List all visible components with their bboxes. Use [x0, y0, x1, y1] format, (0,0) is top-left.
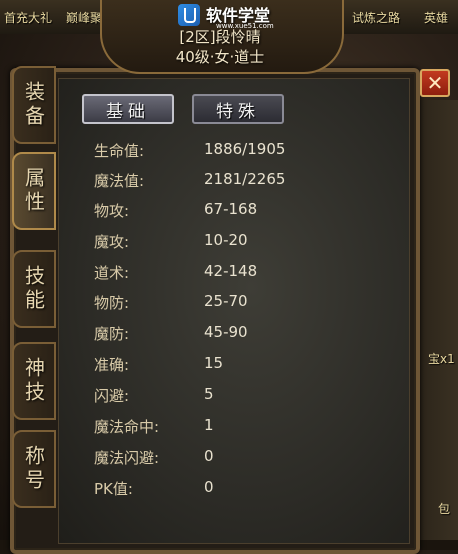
stat-row-taoism: 道术: 42-148: [94, 262, 314, 284]
stat-row-pk-value: PK值: 0: [94, 478, 314, 500]
stat-label: 生命值:: [94, 142, 145, 160]
topbar-trial-road-link[interactable]: 试炼之路: [352, 9, 400, 26]
stat-label: 闪避:: [94, 387, 130, 405]
stat-label: PK值:: [94, 480, 133, 498]
tab-basic[interactable]: 基础: [82, 94, 174, 124]
tab-titles-label: 称号: [21, 445, 46, 493]
stat-value: 10-20: [204, 231, 248, 249]
scene-bag-label[interactable]: 包: [438, 500, 450, 517]
tab-divine-skills-label: 神技: [21, 357, 46, 405]
stat-label: 魔法闪避:: [94, 449, 160, 467]
stat-value: 25-70: [204, 292, 248, 310]
tab-attributes-label: 属性: [21, 167, 46, 215]
stat-value: 5: [204, 385, 214, 403]
stat-row-hp: 生命值: 1886/1905: [94, 140, 314, 162]
tab-titles[interactable]: 称号: [12, 430, 56, 508]
stat-row-magic-hit: 魔法命中: 1: [94, 416, 314, 438]
stat-row-mp: 魔法值: 2181/2265: [94, 170, 314, 192]
close-button[interactable]: ✕: [420, 69, 450, 97]
tab-special[interactable]: 特殊: [192, 94, 284, 124]
stat-value: 15: [204, 354, 224, 372]
tab-skills-label: 技能: [21, 265, 46, 313]
stat-row-magic-defense: 魔防: 45-90: [94, 323, 314, 345]
tab-attributes[interactable]: 属性: [12, 152, 56, 230]
stat-row-magic-evasion: 魔法闪避: 0: [94, 447, 314, 469]
stat-label: 魔防:: [94, 325, 130, 343]
tab-equipment-label: 装备: [21, 81, 46, 129]
stat-row-physical-attack: 物攻: 67-168: [94, 200, 314, 222]
stat-value: 2181/2265: [204, 170, 286, 188]
watermark-url: www.xue51.com: [216, 22, 274, 30]
stat-row-accuracy: 准确: 15: [94, 354, 314, 376]
tab-divine-skills[interactable]: 神技: [12, 342, 56, 420]
character-level-gender-class: 40级·女·道士: [175, 48, 265, 66]
stat-row-evasion: 闪避: 5: [94, 385, 314, 407]
stat-row-magic-attack: 魔攻: 10-20: [94, 231, 314, 253]
close-icon: ✕: [426, 71, 444, 95]
stat-value: 45-90: [204, 323, 248, 341]
topbar-first-charge-link[interactable]: 首充大礼: [4, 9, 52, 26]
tab-skills[interactable]: 技能: [12, 250, 56, 328]
stat-value: 1: [204, 416, 214, 434]
stat-label: 魔法命中:: [94, 418, 160, 436]
stat-label: 物防:: [94, 294, 130, 312]
stat-label: 物攻:: [94, 202, 130, 220]
stat-value: 0: [204, 447, 214, 465]
stat-value: 1886/1905: [204, 140, 286, 158]
watermark-logo-icon: [178, 4, 200, 26]
stat-label: 道术:: [94, 264, 130, 282]
stat-value: 0: [204, 478, 214, 496]
stat-value: 42-148: [204, 262, 258, 280]
stat-row-physical-defense: 物防: 25-70: [94, 292, 314, 314]
scene-right-strip: [414, 100, 458, 546]
tab-equipment[interactable]: 装备: [12, 66, 56, 144]
topbar-hero-link[interactable]: 英雄: [424, 9, 448, 26]
stat-label: 魔法值:: [94, 172, 145, 190]
scene-item-label: 宝x1: [428, 352, 455, 366]
stat-value: 67-168: [204, 200, 258, 218]
stat-label: 魔攻:: [94, 233, 130, 251]
stat-label: 准确:: [94, 356, 130, 374]
watermark: 软件学堂 www.xue51.com: [178, 2, 288, 32]
